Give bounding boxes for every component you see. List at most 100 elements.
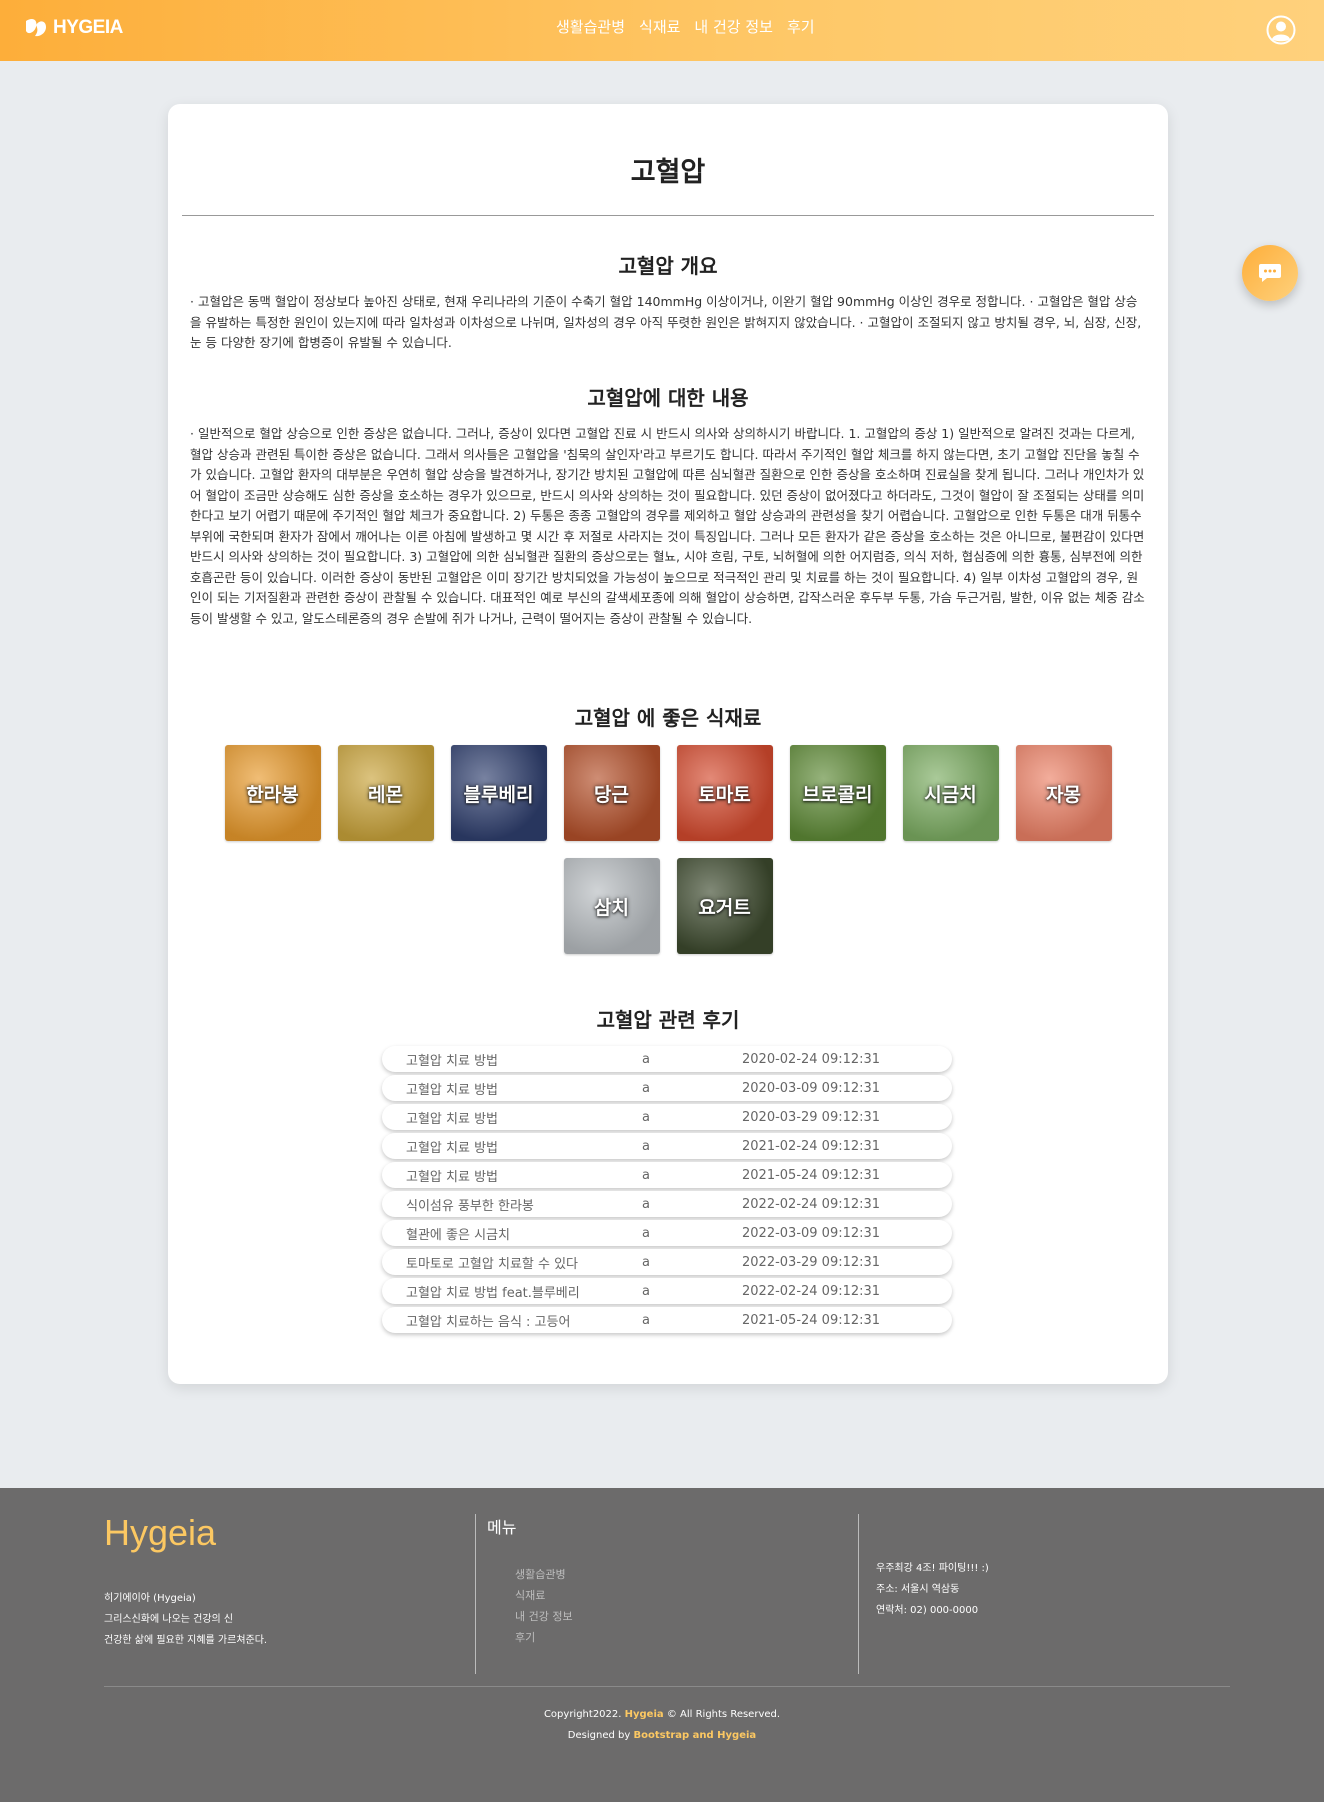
review-date: 2020-03-29 09:12:31	[742, 1109, 881, 1125]
review-row[interactable]: 식이섬유 풍부한 한라봉 a 2022-02-24 09:12:31	[382, 1191, 952, 1217]
footer-divider-right	[858, 1514, 859, 1674]
content-title: 고혈압에 대한 내용	[587, 386, 749, 410]
disease-detail-card: 고혈압 고혈압 개요 · 고혈압은 동맥 혈압이 정상보다 높아진 상태로, 현…	[168, 104, 1168, 1384]
nav-my-health-info[interactable]: 내 건강 정보	[694, 16, 773, 37]
food-grid: 한라봉 레몬 블루베리 당근 토마토 브로콜리 시금치 자몽삼치 요거트	[224, 745, 1112, 954]
food-label: 요거트	[698, 896, 751, 919]
food-label: 토마토	[698, 783, 751, 806]
overview-text: · 고혈압은 동맥 혈압이 정상보다 높아진 상태로, 현재 우리나라의 기준이…	[190, 294, 1142, 350]
review-title: 고혈압 치료 방법	[406, 1053, 498, 1069]
copyright: Copyright2022. Hygeia © All Rights Reser…	[0, 1704, 1324, 1746]
food-label: 시금치	[924, 783, 977, 806]
top-navbar: HYGEIA 생활습관병 식재료 내 건강 정보 후기	[0, 0, 1324, 61]
overview-title: 고혈압 개요	[618, 254, 718, 278]
footer-separator	[104, 1686, 1230, 1687]
review-date: 2021-02-24 09:12:31	[742, 1138, 881, 1154]
designed-by-line: Designed by Bootstrap and Hygeia	[0, 1725, 1324, 1746]
chat-button[interactable]	[1242, 245, 1298, 301]
footer-link-ingredients[interactable]: 식재료	[515, 1585, 573, 1606]
footer-contact-line: 주소: 서울시 역삼동	[876, 1584, 960, 1595]
review-row[interactable]: 고혈압 치료 방법 feat.블루베리 a 2022-02-24 09:12:31	[382, 1278, 952, 1304]
nav-ingredients[interactable]: 식재료	[639, 16, 680, 37]
review-row[interactable]: 고혈압 치료하는 음식 : 고등어 a 2021-05-24 09:12:31	[382, 1307, 952, 1333]
review-author: a	[642, 1283, 650, 1299]
reviews-title: 고혈압 관련 후기	[596, 1008, 740, 1032]
user-account-icon[interactable]	[1266, 15, 1296, 45]
food-label: 블루베리	[463, 783, 534, 806]
footer-contact-line: 우주최강 4조! 파이팅!!! :)	[876, 1563, 989, 1574]
footer-menu-title: 메뉴	[487, 1518, 517, 1537]
review-author: a	[642, 1109, 650, 1125]
review-date: 2022-03-09 09:12:31	[742, 1225, 881, 1241]
review-row[interactable]: 토마토로 고혈압 치료할 수 있다 a 2022-03-29 09:12:31	[382, 1249, 952, 1275]
food-tile[interactable]: 삼치	[563, 858, 660, 954]
food-tile[interactable]: 브로콜리	[789, 745, 886, 841]
review-row[interactable]: 고혈압 치료 방법 a 2021-02-24 09:12:31	[382, 1133, 952, 1159]
footer-desc-line: 그리스신화에 나오는 건강의 신	[104, 1614, 234, 1625]
copyright-suffix: © All Rights Reserved.	[666, 1709, 781, 1720]
footer-desc-line: 건강한 삶에 필요한 지혜를 가르쳐준다.	[104, 1635, 268, 1646]
footer-desc-line: 히기에이아 (Hygeia)	[104, 1593, 196, 1604]
review-author: a	[642, 1138, 650, 1154]
food-tile[interactable]: 시금치	[902, 745, 999, 841]
review-author: a	[642, 1225, 650, 1241]
food-tile[interactable]: 한라봉	[224, 745, 321, 841]
review-row[interactable]: 고혈압 치료 방법 a 2020-02-24 09:12:31	[382, 1046, 952, 1072]
footer-menu: 생활습관병 식재료 내 건강 정보 후기	[515, 1564, 573, 1648]
review-date: 2021-05-24 09:12:31	[742, 1312, 881, 1328]
food-label: 레몬	[368, 783, 403, 806]
food-label: 삼치	[594, 896, 629, 919]
food-tile[interactable]: 요거트	[676, 858, 773, 954]
content-text: · 일반적으로 혈압 상승으로 인한 증상은 없습니다. 그러나, 증상이 있다…	[190, 426, 1145, 626]
food-label: 브로콜리	[802, 783, 873, 806]
review-title: 고혈압 치료 방법	[406, 1111, 498, 1127]
review-row[interactable]: 고혈압 치료 방법 a 2020-03-29 09:12:31	[382, 1104, 952, 1130]
designed-prefix: Designed by	[567, 1730, 631, 1741]
footer-contact-line: 연락처: 02) 000-0000	[876, 1605, 979, 1616]
review-date: 2020-03-09 09:12:31	[742, 1080, 881, 1096]
review-author: a	[642, 1167, 650, 1183]
logo-text: HYGEIA	[53, 17, 123, 38]
review-date: 2022-02-24 09:12:31	[742, 1196, 881, 1212]
page-title: 고혈압	[630, 157, 706, 188]
review-title: 고혈압 치료하는 음식 : 고등어	[406, 1314, 571, 1330]
food-tile[interactable]: 블루베리	[450, 745, 547, 841]
footer-link-lifestyle-disease[interactable]: 생활습관병	[515, 1564, 573, 1585]
logo[interactable]: HYGEIA	[24, 17, 123, 39]
review-author: a	[642, 1080, 650, 1096]
footer-link-my-health-info[interactable]: 내 건강 정보	[515, 1606, 573, 1627]
designed-by: Bootstrap and Hygeia	[633, 1730, 757, 1741]
review-title: 고혈압 치료 방법	[406, 1140, 498, 1156]
footer: Hygeia 히기에이아 (Hygeia) 그리스신화에 나오는 건강의 신 건…	[0, 1488, 1324, 1802]
nav-reviews[interactable]: 후기	[787, 16, 815, 37]
review-title: 식이섬유 풍부한 한라봉	[406, 1198, 534, 1214]
food-tile[interactable]: 토마토	[676, 745, 773, 841]
foods-title: 고혈압 에 좋은 식재료	[574, 706, 762, 730]
copyright-line: Copyright2022. Hygeia © All Rights Reser…	[0, 1704, 1324, 1725]
nav-lifestyle-disease[interactable]: 생활습관병	[556, 16, 625, 37]
food-tile[interactable]: 레몬	[337, 745, 434, 841]
copyright-brand: Hygeia	[624, 1709, 664, 1720]
review-list: 고혈압 치료 방법 a 2020-02-24 09:12:31 고혈압 치료 방법 a 2…	[382, 1046, 952, 1336]
review-row[interactable]: 고혈압 치료 방법 a 2020-03-09 09:12:31	[382, 1075, 952, 1101]
footer-contact: 우주최강 4조! 파이팅!!! :) 주소: 서울시 역삼동 연락처: 02) …	[876, 1558, 989, 1621]
food-label: 자몽	[1046, 783, 1081, 806]
food-tile[interactable]: 자몽	[1015, 745, 1112, 841]
review-title: 고혈압 치료 방법 feat.블루베리	[406, 1285, 580, 1301]
review-title: 고혈압 치료 방법	[406, 1082, 498, 1098]
review-author: a	[642, 1196, 650, 1212]
review-author: a	[642, 1051, 650, 1067]
review-row[interactable]: 고혈압 치료 방법 a 2021-05-24 09:12:31	[382, 1162, 952, 1188]
review-title: 고혈압 치료 방법	[406, 1169, 498, 1185]
main-nav: 생활습관병 식재료 내 건강 정보 후기	[556, 16, 815, 37]
footer-link-reviews[interactable]: 후기	[515, 1627, 573, 1648]
review-date: 2022-03-29 09:12:31	[742, 1254, 881, 1270]
food-label: 한라봉	[246, 783, 299, 806]
title-divider	[182, 215, 1154, 216]
footer-description: 히기에이아 (Hygeia) 그리스신화에 나오는 건강의 신 건강한 삶에 필…	[104, 1588, 267, 1651]
footer-divider-left	[475, 1514, 476, 1674]
copyright-prefix: Copyright2022.	[543, 1709, 622, 1720]
review-title: 토마토로 고혈압 치료할 수 있다	[406, 1256, 579, 1272]
review-row[interactable]: 혈관에 좋은 시금치 a 2022-03-09 09:12:31	[382, 1220, 952, 1246]
food-tile[interactable]: 당근	[563, 745, 660, 841]
